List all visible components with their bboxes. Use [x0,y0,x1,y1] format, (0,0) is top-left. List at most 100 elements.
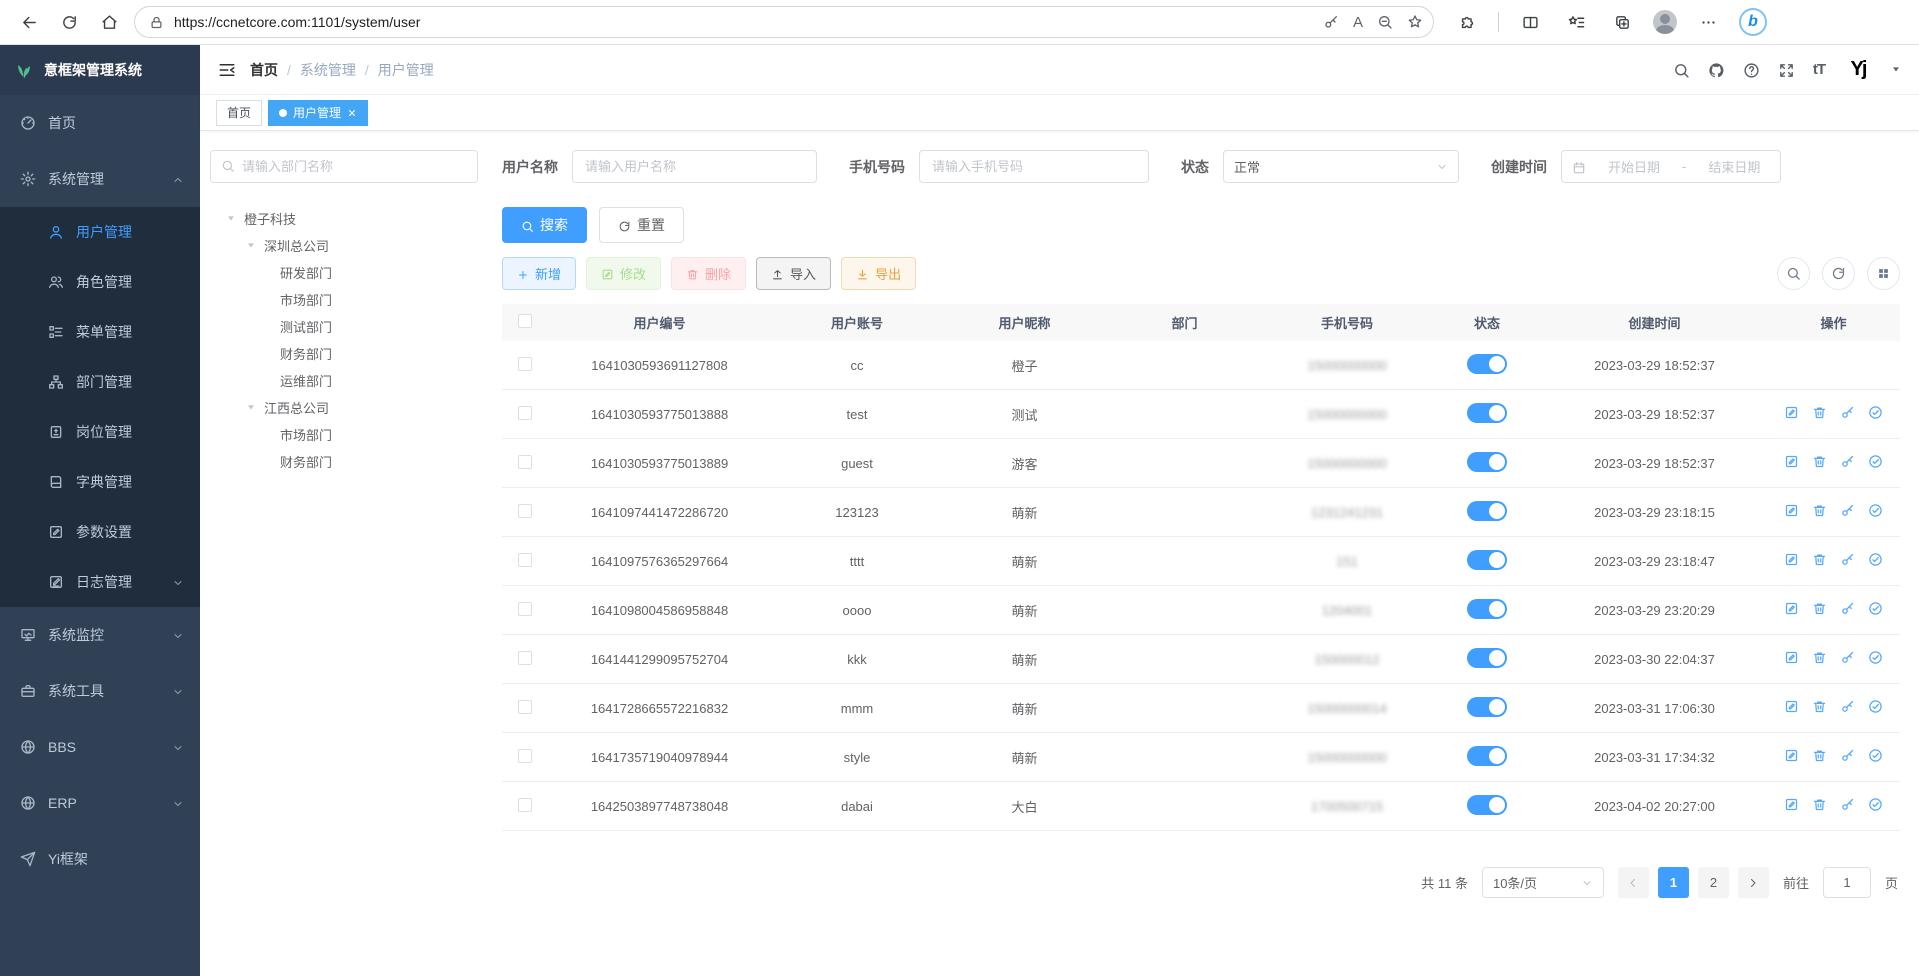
row-delete-icon[interactable] [1812,748,1827,763]
read-aloud-icon[interactable]: A [1353,14,1363,31]
sidebar-collapse-icon[interactable] [218,59,236,80]
tree-node[interactable]: 财务部门 [210,340,490,367]
collections-icon[interactable] [1607,7,1637,37]
fullscreen-icon[interactable] [1778,60,1795,80]
sidebar-item-role-mgmt[interactable]: 角色管理 [0,257,200,307]
breadcrumb-user-mgmt[interactable]: 用户管理 [378,60,434,80]
row-delete-icon[interactable] [1812,552,1827,567]
status-toggle[interactable] [1467,550,1507,570]
row-checkbox[interactable] [518,749,532,763]
row-reset-password-icon[interactable] [1840,699,1855,714]
row-edit-icon[interactable] [1784,454,1799,469]
row-delete-icon[interactable] [1812,797,1827,812]
sidebar-item-user-mgmt[interactable]: 用户管理 [0,207,200,257]
row-assign-role-icon[interactable] [1868,797,1883,812]
row-reset-password-icon[interactable] [1840,650,1855,665]
row-assign-role-icon[interactable] [1868,405,1883,420]
delete-button[interactable]: 删除 [671,257,746,290]
address-bar[interactable]: https://ccnetcore.com:1101/system/user A [134,6,1434,38]
browser-profile-avatar[interactable] [1653,10,1677,34]
row-assign-role-icon[interactable] [1868,503,1883,518]
page-size-select[interactable]: 10条/页 [1482,867,1604,898]
row-edit-icon[interactable] [1784,699,1799,714]
zoom-out-icon[interactable] [1377,13,1393,31]
row-checkbox[interactable] [518,406,532,420]
end-date-placeholder[interactable]: 结束日期 [1698,157,1770,176]
import-button[interactable]: 导入 [756,257,831,290]
row-checkbox[interactable] [518,798,532,812]
tree-node[interactable]: 橙子科技 [210,205,490,232]
status-toggle[interactable] [1467,795,1507,815]
status-toggle[interactable] [1467,746,1507,766]
header-search-icon[interactable] [1673,60,1690,80]
row-edit-icon[interactable] [1784,797,1799,812]
row-checkbox[interactable] [518,455,532,469]
row-checkbox[interactable] [518,357,532,371]
page-button-1[interactable]: 1 [1658,867,1689,898]
status-toggle[interactable] [1467,452,1507,472]
row-edit-icon[interactable] [1784,503,1799,518]
row-edit-icon[interactable] [1784,748,1799,763]
help-icon[interactable] [1743,60,1760,80]
sidebar-item-erp[interactable]: ERP [0,775,200,831]
phone-input[interactable] [919,150,1149,183]
row-checkbox[interactable] [518,504,532,518]
sidebar-item-post-mgmt[interactable]: 岗位管理 [0,407,200,457]
row-reset-password-icon[interactable] [1840,552,1855,567]
row-delete-icon[interactable] [1812,503,1827,518]
browser-refresh-icon[interactable] [54,7,84,37]
row-delete-icon[interactable] [1812,454,1827,469]
status-toggle[interactable] [1467,403,1507,423]
caret-down-icon[interactable] [246,402,258,413]
goto-page-input[interactable] [1823,867,1871,898]
sidebar-item-home[interactable]: 首页 [0,95,200,151]
caret-down-icon[interactable] [226,213,238,224]
username-input[interactable] [572,150,817,183]
sidebar-item-log-mgmt[interactable]: 日志管理 [0,557,200,607]
row-edit-icon[interactable] [1784,601,1799,616]
tab-user-mgmt[interactable]: 用户管理 [268,100,368,126]
row-delete-icon[interactable] [1812,405,1827,420]
sidebar-item-dept-mgmt[interactable]: 部门管理 [0,357,200,407]
prev-page-button[interactable] [1618,867,1649,898]
sidebar-item-system-tools[interactable]: 系统工具 [0,663,200,719]
row-reset-password-icon[interactable] [1840,748,1855,763]
tree-node[interactable]: 运维部门 [210,367,490,394]
caret-down-icon[interactable] [246,240,258,251]
status-select[interactable]: 正常 [1223,150,1459,183]
favorite-star-icon[interactable] [1407,13,1423,31]
sidebar-item-system-monitor[interactable]: 系统监控 [0,607,200,663]
row-reset-password-icon[interactable] [1840,797,1855,812]
column-settings-icon[interactable] [1867,257,1900,290]
breadcrumb-home[interactable]: 首页 [250,60,278,80]
avatar-dropdown-caret-icon[interactable] [1891,64,1901,75]
sidebar-item-yi-framework[interactable]: Yi框架 [0,831,200,887]
split-screen-icon[interactable] [1515,7,1545,37]
sidebar-item-bbs[interactable]: BBS [0,719,200,775]
edit-button[interactable]: 修改 [586,257,661,290]
extensions-icon[interactable] [1452,7,1482,37]
tree-node[interactable]: 财务部门 [210,448,490,475]
password-key-icon[interactable] [1323,13,1339,31]
row-checkbox[interactable] [518,553,532,567]
row-assign-role-icon[interactable] [1868,650,1883,665]
select-all-checkbox[interactable] [518,314,532,328]
row-checkbox[interactable] [518,602,532,616]
font-size-icon[interactable]: tT [1813,61,1825,78]
show-search-toggle-icon[interactable] [1777,257,1810,290]
row-reset-password-icon[interactable] [1840,454,1855,469]
status-toggle[interactable] [1467,599,1507,619]
row-edit-icon[interactable] [1784,552,1799,567]
row-reset-password-icon[interactable] [1840,601,1855,616]
tree-node[interactable]: 研发部门 [210,259,490,286]
row-checkbox[interactable] [518,700,532,714]
browser-back-icon[interactable] [14,7,44,37]
next-page-button[interactable] [1738,867,1769,898]
row-delete-icon[interactable] [1812,699,1827,714]
add-button[interactable]: 新增 [502,257,576,290]
status-toggle[interactable] [1467,501,1507,521]
row-reset-password-icon[interactable] [1840,405,1855,420]
sidebar-item-param-settings[interactable]: 参数设置 [0,507,200,557]
tab-home[interactable]: 首页 [216,100,262,126]
tree-node[interactable]: 测试部门 [210,313,490,340]
